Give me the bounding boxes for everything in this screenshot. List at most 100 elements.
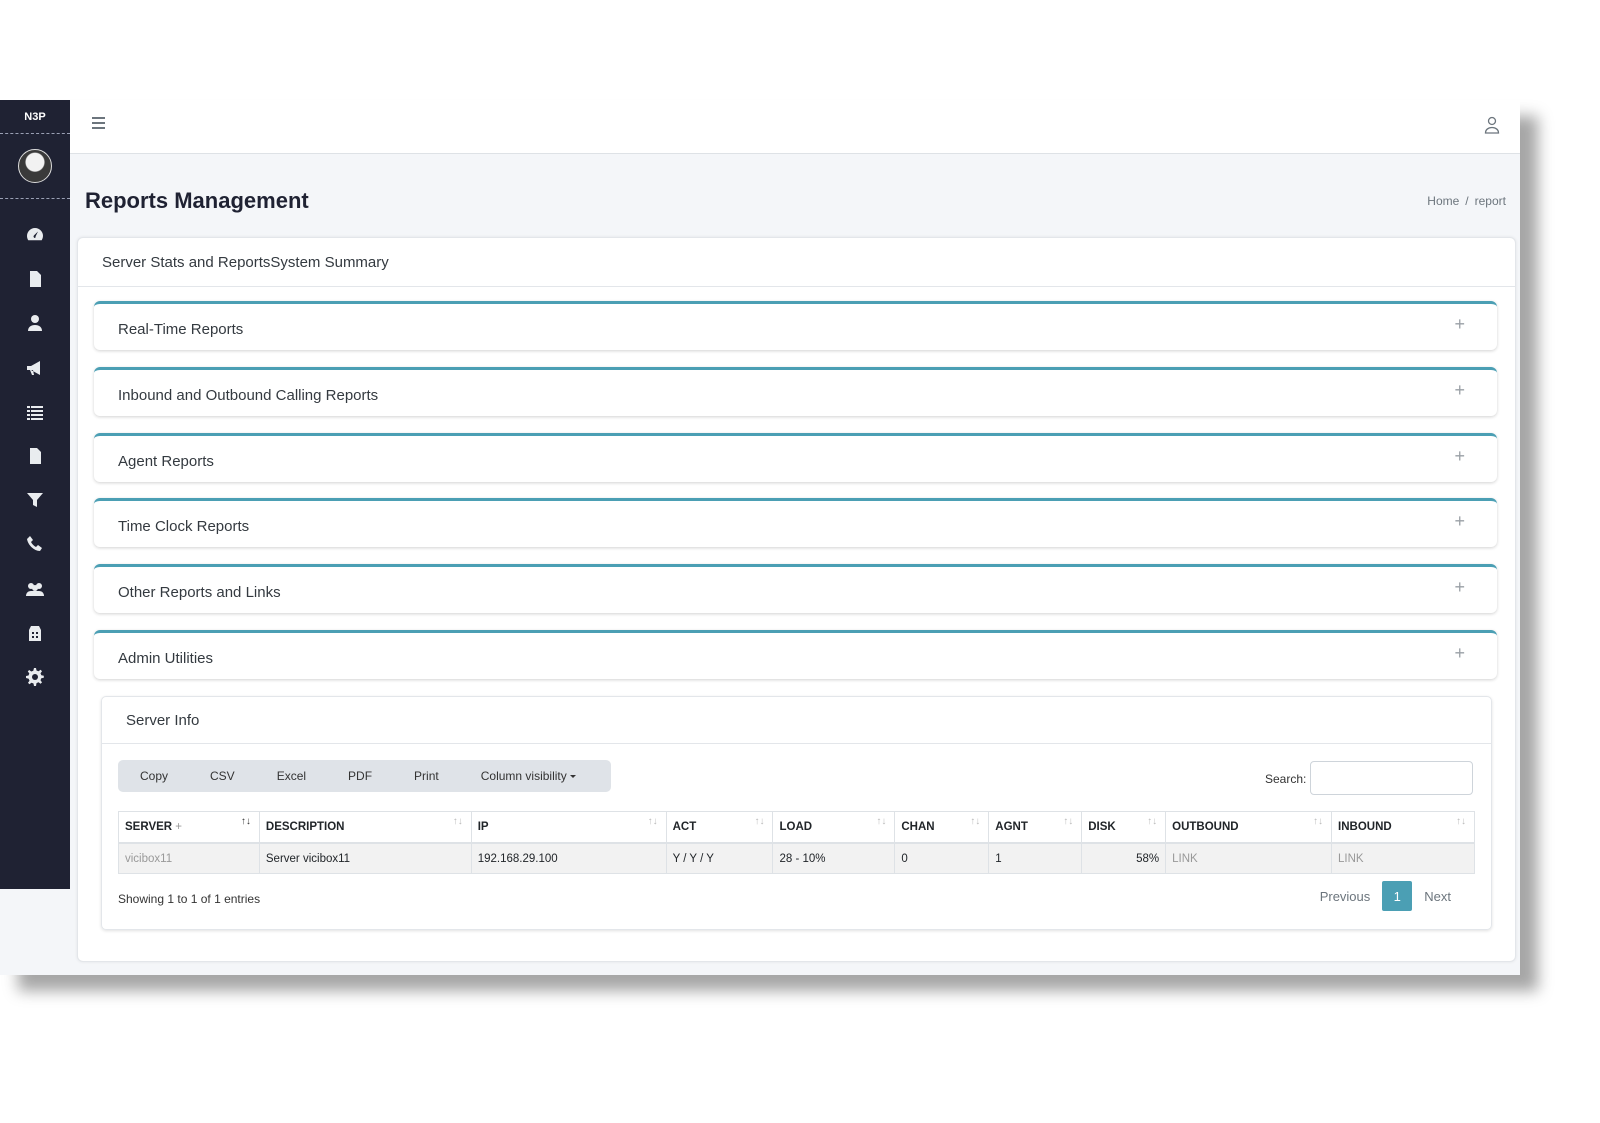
column-header-inbound[interactable]: INBOUND ↑↓ <box>1331 811 1475 844</box>
sort-icon[interactable]: ↑↓ <box>648 816 658 827</box>
sidebar-item-lists[interactable] <box>0 390 70 434</box>
export-button-group: Copy CSV Excel PDF Print Column visibili… <box>118 760 611 792</box>
app-window: N3P Reports Management Home / report Serve… <box>0 100 1520 975</box>
list-icon <box>27 405 43 420</box>
server-info-table: SERVER + ↑↓ DESCRIPTION ↑↓ IP ↑↓ ACT ↑↓ LOAD… <box>118 811 1475 874</box>
cell-description: Server vicibox11 <box>258 842 472 874</box>
csv-button[interactable]: CSV <box>189 769 256 783</box>
pagination: Previous 1 Next <box>1308 881 1463 911</box>
plus-icon[interactable]: + <box>1454 314 1465 335</box>
column-header-label: CHAN <box>901 821 935 833</box>
gear-icon <box>26 667 44 686</box>
filter-icon <box>27 493 43 508</box>
column-header-agnt[interactable]: AGNT ↑↓ <box>988 811 1083 844</box>
column-header-label: INBOUND <box>1338 821 1392 833</box>
previous-page-button[interactable]: Previous <box>1308 889 1383 904</box>
column-header-outbound[interactable]: OUTBOUND ↑↓ <box>1165 811 1333 844</box>
plus-icon[interactable]: + <box>1454 380 1465 401</box>
sidebar-item-admin[interactable] <box>0 611 70 655</box>
sort-icon[interactable]: ↑↓ <box>1063 816 1073 827</box>
accordion-admin-utilities[interactable]: Admin Utilities + <box>94 630 1497 679</box>
sidebar: N3P <box>0 100 70 889</box>
accordion-agent-reports[interactable]: Agent Reports + <box>94 433 1497 482</box>
cell-server[interactable]: vicibox11 <box>118 842 260 874</box>
sort-icon[interactable]: ↑↓ <box>876 816 886 827</box>
menu-toggle-icon[interactable] <box>92 117 105 129</box>
column-visibility-button[interactable]: Column visibility <box>460 769 597 783</box>
table-row: vicibox11 Server vicibox11 192.168.29.10… <box>118 842 1475 874</box>
plus-icon[interactable]: + <box>1454 577 1465 598</box>
building-icon <box>29 625 41 641</box>
search-input[interactable] <box>1310 761 1473 795</box>
accordion-calling-reports[interactable]: Inbound and Outbound Calling Reports + <box>94 367 1497 416</box>
sort-icon[interactable]: ↑↓ <box>1313 816 1323 827</box>
file-icon <box>30 271 41 288</box>
plus-icon[interactable]: + <box>1454 511 1465 532</box>
next-page-button[interactable]: Next <box>1412 889 1463 904</box>
sort-icon[interactable]: ↑↓ <box>970 816 980 827</box>
column-visibility-label: Column visibility <box>480 769 567 783</box>
sidebar-item-users[interactable] <box>0 301 70 345</box>
sidebar-item-reports[interactable] <box>0 257 70 301</box>
sidebar-item-dashboard[interactable] <box>0 213 70 257</box>
outbound-link[interactable]: LINK <box>1165 842 1333 874</box>
accordion-label: Other Reports and Links <box>118 584 281 601</box>
sidebar-item-groups[interactable] <box>0 567 70 611</box>
sidebar-item-scripts[interactable] <box>0 434 70 478</box>
column-header-label: LOAD <box>779 821 813 833</box>
cell-load: 28 - 10% <box>772 842 896 874</box>
print-button[interactable]: Print <box>393 769 460 783</box>
table-info: Showing 1 to 1 of 1 entries <box>118 892 261 906</box>
sidebar-item-campaigns[interactable] <box>0 346 70 390</box>
sort-icon[interactable]: ↑↓ <box>1456 816 1466 827</box>
breadcrumb: Home / report <box>1427 194 1506 208</box>
sidebar-nav <box>0 199 70 699</box>
tachometer-icon <box>27 228 43 241</box>
column-header-act[interactable]: ACT ↑↓ <box>665 811 774 844</box>
sort-icon[interactable]: ↑↓ <box>453 816 463 827</box>
cell-ip: 192.168.29.100 <box>470 842 667 874</box>
column-header-server[interactable]: SERVER + ↑↓ <box>118 811 260 844</box>
plus-icon[interactable]: + <box>1454 643 1465 664</box>
server-expand-marker: + <box>175 821 183 833</box>
user-icon <box>28 315 42 332</box>
avatar-section <box>0 134 70 199</box>
cell-agnt: 1 <box>988 842 1083 874</box>
sidebar-item-calls[interactable] <box>0 522 70 566</box>
phone-icon <box>27 536 42 552</box>
accordion-time-clock-reports[interactable]: Time Clock Reports + <box>94 498 1497 547</box>
table-header-row: SERVER + ↑↓ DESCRIPTION ↑↓ IP ↑↓ ACT ↑↓ LOAD… <box>118 811 1475 844</box>
copy-button[interactable]: Copy <box>118 769 189 783</box>
pdf-button[interactable]: PDF <box>327 769 393 783</box>
avatar[interactable] <box>18 149 52 183</box>
sort-icon[interactable]: ↑↓ <box>1147 816 1157 827</box>
column-header-description[interactable]: DESCRIPTION ↑↓ <box>258 811 472 844</box>
excel-button[interactable]: Excel <box>256 769 327 783</box>
accordion-real-time-reports[interactable]: Real-Time Reports + <box>94 301 1497 350</box>
column-header-label: ACT <box>672 821 697 833</box>
sort-icon[interactable]: ↑↓ <box>754 816 764 827</box>
user-menu-icon[interactable] <box>1484 116 1500 134</box>
reports-card: Server Stats and ReportsSystem Summary R… <box>77 237 1516 962</box>
column-header-label: AGNT <box>995 821 1028 833</box>
sidebar-item-filters[interactable] <box>0 478 70 522</box>
accordion-label: Time Clock Reports <box>118 518 250 535</box>
server-info-title: Server Info <box>102 697 1491 744</box>
column-header-disk[interactable]: DISK ↑↓ <box>1081 811 1167 844</box>
sidebar-item-settings[interactable] <box>0 655 70 699</box>
accordion-other-reports[interactable]: Other Reports and Links + <box>94 564 1497 613</box>
cell-act: Y / Y / Y <box>665 842 774 874</box>
breadcrumb-home[interactable]: Home <box>1427 194 1459 208</box>
column-header-load[interactable]: LOAD ↑↓ <box>772 811 896 844</box>
card-title: Server Stats and ReportsSystem Summary <box>78 238 1515 287</box>
search-label: Search: <box>1265 772 1307 786</box>
column-header-ip[interactable]: IP ↑↓ <box>470 811 667 844</box>
column-header-label: DESCRIPTION <box>265 821 345 833</box>
page-title: Reports Management <box>85 188 309 213</box>
page-1-button[interactable]: 1 <box>1382 881 1413 911</box>
inbound-link[interactable]: LINK <box>1331 842 1475 874</box>
sort-asc-icon[interactable]: ↑↓ <box>241 816 251 827</box>
column-header-chan[interactable]: CHAN ↑↓ <box>894 811 990 844</box>
brand-logo[interactable]: N3P <box>0 100 70 134</box>
plus-icon[interactable]: + <box>1454 446 1465 467</box>
